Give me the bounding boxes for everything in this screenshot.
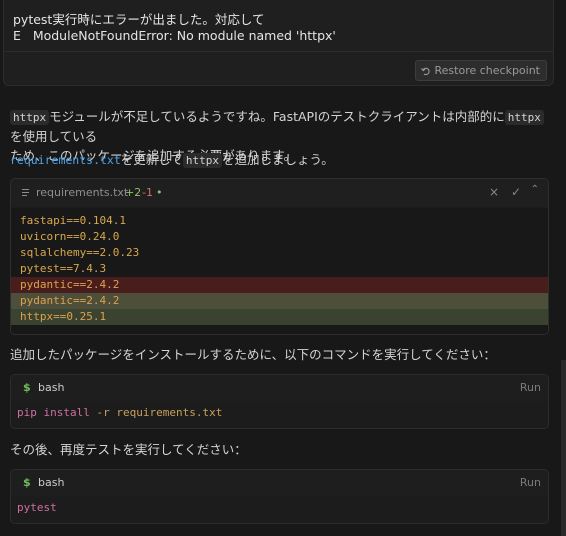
file-name[interactable]: requirements.txt: [36, 186, 128, 199]
inline-code: httpx: [504, 110, 544, 125]
divider: [4, 51, 553, 52]
code-line-removed: pydantic==2.4.2: [11, 277, 548, 293]
command-text[interactable]: pytest: [17, 501, 57, 514]
code-line-added: httpx==0.25.1: [11, 309, 548, 325]
run-button[interactable]: Run: [520, 476, 541, 489]
paragraph-text: を追加しましょう。: [222, 152, 334, 167]
file-link[interactable]: requirements.txt: [10, 153, 121, 167]
restore-checkpoint-label: Restore checkpoint: [434, 64, 541, 77]
terminal-prompt-icon: $: [23, 476, 31, 489]
command-name: pip install: [17, 406, 90, 419]
chevron-expand-icon[interactable]: ⌃: [531, 184, 539, 195]
paragraph-text: モジュールが不足しているようですね。FastAPIのテストクライアントは内部的に: [49, 109, 505, 124]
run-button[interactable]: Run: [520, 381, 541, 394]
user-message-card: pytest実行時にエラーが出ました。対応して E ModuleNotFound…: [3, 0, 554, 86]
file-edit-header: requirements.txt +2 -1 • × ✓ ⌃: [11, 179, 548, 207]
removed-count: -1: [142, 186, 153, 199]
bash-code-block: $ bash Run pytest: [10, 469, 549, 524]
status-dot: •: [156, 186, 163, 199]
command-text[interactable]: pip install -r requirements.txt: [17, 406, 222, 419]
restore-checkpoint-button[interactable]: Restore checkpoint: [414, 60, 547, 81]
added-count: +2: [125, 186, 142, 199]
code-line: sqlalchemy==2.0.23: [20, 246, 140, 259]
code-language-label: bash: [38, 476, 65, 489]
command-args: -r requirements.txt: [89, 406, 223, 419]
inline-code: httpx: [182, 153, 223, 168]
code-line: uvicorn==0.24.0: [20, 230, 120, 243]
scrollbar[interactable]: [561, 360, 566, 536]
assistant-paragraph-3: 追加したパッケージをインストールするために、以下のコマンドを実行してください：: [10, 347, 496, 362]
code-language-label: bash: [38, 381, 65, 394]
assistant-paragraph-2: requirements.txtを更新して httpx を追加しましょう。: [10, 150, 334, 170]
check-icon[interactable]: ✓: [511, 185, 521, 199]
code-line: pytest==7.4.3: [20, 262, 107, 275]
terminal-prompt-icon: $: [23, 381, 31, 394]
assistant-paragraph-4: その後、再度テストを実行してください：: [10, 442, 247, 457]
code-block-header: $ bash Run: [11, 375, 548, 401]
code-area: fastapi==0.104.1 uvicorn==0.24.0 sqlalchem…: [11, 208, 548, 334]
code-line-added: pydantic==2.4.2: [11, 293, 548, 309]
inline-code: httpx: [10, 110, 50, 125]
paragraph-text: を使用している: [10, 129, 98, 144]
code-line: fastapi==0.104.1: [20, 214, 126, 227]
file-edit-block: requirements.txt +2 -1 • × ✓ ⌃ fastapi==…: [10, 178, 549, 335]
user-message-line1: pytest実行時にエラーが出ました。対応して: [13, 12, 265, 27]
close-icon[interactable]: ×: [489, 185, 499, 199]
code-block-header: $ bash Run: [11, 470, 548, 496]
bash-code-block: $ bash Run pip install -r requirements.t…: [10, 374, 549, 429]
user-message-line2: E ModuleNotFoundError: No module named '…: [13, 28, 336, 43]
file-lines-icon: [22, 189, 29, 196]
restore-icon: [420, 67, 430, 75]
paragraph-text: を更新して: [120, 152, 183, 167]
